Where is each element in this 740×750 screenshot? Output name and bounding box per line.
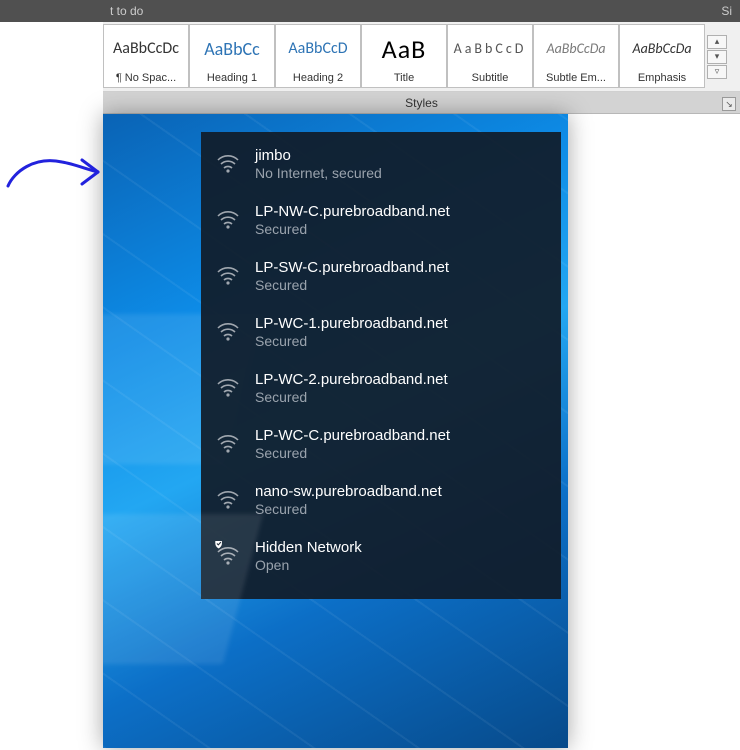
ribbon-group-label-bar: Styles ↘ — [103, 92, 740, 114]
style-preview: AaB — [382, 25, 427, 72]
style-label: Heading 1 — [207, 72, 257, 87]
gallery-row-up[interactable]: ▴ — [707, 35, 727, 49]
wifi-network-name: nano-sw.purebroadband.net — [255, 483, 545, 500]
style-heading-1[interactable]: AaBbCc Heading 1 — [189, 24, 275, 88]
document-area: jimboNo Internet, securedLP-NW-C.purebro… — [103, 114, 740, 748]
wifi-network-status: Open — [255, 557, 545, 573]
style-subtle-emphasis[interactable]: AaBbCcDa Subtle Em... — [533, 24, 619, 88]
style-preview: AaBbCcDa — [632, 25, 691, 72]
wifi-network-name: jimbo — [255, 147, 545, 164]
style-label: Title — [394, 72, 414, 87]
style-label: Subtitle — [472, 72, 509, 87]
wifi-network-name: LP-WC-1.purebroadband.net — [255, 315, 545, 332]
wifi-network-item[interactable]: LP-WC-1.purebroadband.netSecured — [201, 305, 561, 361]
page-margin-right — [568, 114, 740, 748]
ribbon-group-label: Styles — [405, 96, 438, 110]
wifi-network-name: LP-WC-2.purebroadband.net — [255, 371, 545, 388]
wifi-network-item[interactable]: Hidden NetworkOpen — [201, 529, 561, 585]
style-no-spacing[interactable]: AaBbCcDc ¶ No Spac... — [103, 24, 189, 88]
style-emphasis[interactable]: AaBbCcDa Emphasis — [619, 24, 705, 88]
style-label: Heading 2 — [293, 72, 343, 87]
wifi-network-name: Hidden Network — [255, 539, 545, 556]
wifi-network-item[interactable]: LP-WC-2.purebroadband.netSecured — [201, 361, 561, 417]
gallery-expand[interactable]: ▿ — [707, 65, 727, 79]
style-label: ¶ No Spac... — [116, 72, 176, 87]
wifi-network-name: LP-WC-C.purebroadband.net — [255, 427, 545, 444]
style-title[interactable]: AaB Title — [361, 24, 447, 88]
wifi-network-status: Secured — [255, 221, 545, 237]
style-heading-2[interactable]: AaBbCcD Heading 2 — [275, 24, 361, 88]
titlebar-text-left: t to do — [110, 4, 143, 18]
style-preview: AaBbCcD — [454, 25, 527, 72]
style-subtitle[interactable]: AaBbCcD Subtitle — [447, 24, 533, 88]
wifi-network-status: No Internet, secured — [255, 165, 545, 181]
style-label: Emphasis — [638, 72, 686, 87]
style-preview: AaBbCc — [204, 25, 260, 72]
styles-dialog-launcher[interactable]: ↘ — [722, 97, 736, 111]
wifi-network-item[interactable]: jimboNo Internet, secured — [201, 137, 561, 193]
wifi-network-status: Secured — [255, 333, 545, 349]
style-preview: AaBbCcD — [288, 25, 347, 72]
window-titlebar: t to do Si — [0, 0, 740, 22]
gallery-row-down[interactable]: ▾ — [707, 50, 727, 64]
wifi-network-item[interactable]: nano-sw.purebroadband.netSecured — [201, 473, 561, 529]
style-preview: AaBbCcDa — [546, 25, 605, 72]
wifi-network-item[interactable]: LP-NW-C.purebroadband.netSecured — [201, 193, 561, 249]
wifi-network-status: Secured — [255, 445, 545, 461]
wifi-network-name: LP-NW-C.purebroadband.net — [255, 203, 545, 220]
style-preview: AaBbCcDc — [113, 25, 179, 72]
titlebar-text-right: Si — [721, 4, 732, 18]
wifi-flyout-panel[interactable]: jimboNo Internet, securedLP-NW-C.purebro… — [201, 132, 561, 599]
style-label: Subtle Em... — [546, 72, 606, 87]
wifi-network-name: LP-SW-C.purebroadband.net — [255, 259, 545, 276]
wifi-network-status: Secured — [255, 501, 545, 517]
hand-drawn-arrow-annotation — [4, 142, 104, 202]
document-page[interactable]: jimboNo Internet, securedLP-NW-C.purebro… — [103, 114, 568, 748]
wifi-network-status: Secured — [255, 389, 545, 405]
wifi-network-status: Secured — [255, 277, 545, 293]
wifi-network-item[interactable]: LP-WC-C.purebroadband.netSecured — [201, 417, 561, 473]
style-gallery-scroll: ▴ ▾ ▿ — [707, 26, 727, 87]
ribbon-styles-group: AaBbCcDc ¶ No Spac... AaBbCc Heading 1 A… — [103, 22, 740, 92]
wifi-network-item[interactable]: LP-SW-C.purebroadband.netSecured — [201, 249, 561, 305]
